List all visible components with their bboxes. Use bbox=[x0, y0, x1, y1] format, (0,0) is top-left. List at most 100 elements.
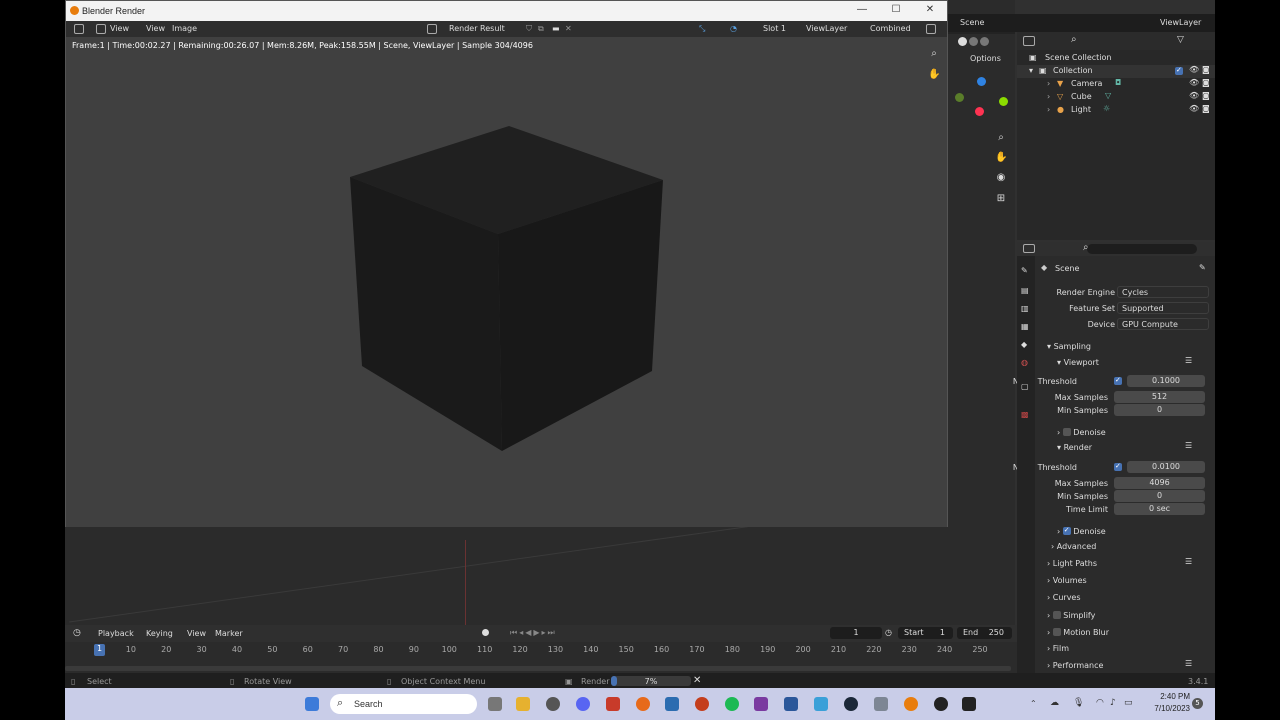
taskbar-date[interactable]: 7/10/2023 bbox=[1140, 704, 1190, 713]
close-button[interactable]: ✕ bbox=[915, 4, 945, 18]
timeline-scrollbar[interactable] bbox=[65, 666, 1011, 671]
wifi-icon[interactable]: ◠ bbox=[1096, 698, 1104, 708]
obs-icon[interactable] bbox=[934, 697, 948, 711]
terminal-icon[interactable] bbox=[962, 697, 976, 711]
r-min-field[interactable]: 0 bbox=[1114, 490, 1205, 502]
navigation-gizmo[interactable] bbox=[955, 75, 1010, 120]
steam-icon[interactable] bbox=[844, 697, 858, 711]
view-menu[interactable]: View bbox=[146, 24, 165, 33]
texture-tab-icon[interactable]: ▩ bbox=[1021, 410, 1029, 419]
editor-type-icon[interactable] bbox=[1023, 244, 1035, 253]
word-icon[interactable] bbox=[784, 697, 798, 711]
fake-user-icon[interactable]: ⛉ bbox=[526, 24, 532, 34]
vp-noise-field[interactable]: 0.1000 bbox=[1127, 375, 1205, 387]
r-denoise-subpanel[interactable]: › Denoise bbox=[1057, 526, 1106, 536]
vp-min-field[interactable]: 0 bbox=[1114, 404, 1205, 416]
playback-controls[interactable]: ⏮◂◀▶▸⏭ bbox=[510, 628, 557, 638]
firefox-icon[interactable] bbox=[636, 697, 650, 711]
image-browse-icon[interactable] bbox=[427, 24, 437, 34]
spotify-icon[interactable] bbox=[725, 697, 739, 711]
sampling-panel-header[interactable]: ▾ Sampling bbox=[1047, 342, 1091, 351]
camera-restrict-icon[interactable]: ◙ bbox=[1202, 65, 1210, 74]
expand-icon[interactable]: › bbox=[1047, 105, 1050, 114]
unity-icon[interactable] bbox=[546, 697, 560, 711]
microphone-icon[interactable]: 🎙 bbox=[1073, 698, 1084, 708]
timeline-playhead[interactable]: 1 bbox=[94, 644, 105, 656]
playback-menu[interactable]: Playback bbox=[98, 629, 134, 638]
current-frame-field[interactable]: 1 bbox=[830, 627, 882, 639]
minimize-button[interactable]: — bbox=[847, 4, 877, 18]
outliner-row-light[interactable]: › ● Light ☼ 👁 ◙ bbox=[1017, 104, 1215, 117]
r-noise-checkbox[interactable] bbox=[1114, 462, 1122, 471]
solid-shading-icon[interactable] bbox=[958, 37, 967, 46]
overlay-toggle-icon[interactable]: ◔ bbox=[730, 24, 737, 33]
mesh-data-icon[interactable]: ▽ bbox=[1105, 91, 1111, 100]
start-frame-field[interactable]: Start 1 bbox=[898, 627, 953, 639]
exclude-checkbox[interactable] bbox=[1175, 66, 1183, 75]
r-max-field[interactable]: 4096 bbox=[1114, 477, 1205, 489]
motion-blur-panel[interactable]: › Motion Blur bbox=[1047, 627, 1109, 637]
camera-restrict-icon[interactable]: ◙ bbox=[1202, 91, 1210, 100]
viewport-subpanel-header[interactable]: ▾ Viewport bbox=[1057, 358, 1099, 367]
vp-max-field[interactable]: 512 bbox=[1114, 391, 1205, 403]
keying-menu[interactable]: Keying bbox=[146, 629, 173, 638]
slot-dropdown[interactable]: Slot 1 bbox=[763, 24, 786, 33]
r-time-field[interactable]: 0 sec bbox=[1114, 503, 1205, 515]
onedrive-icon[interactable]: ☁ bbox=[1050, 698, 1059, 708]
device-select[interactable]: GPU Compute bbox=[1117, 318, 1209, 330]
expand-icon[interactable]: › bbox=[1047, 79, 1050, 88]
app-icon[interactable] bbox=[754, 697, 768, 711]
collection-tab-icon[interactable]: ▢ bbox=[1021, 382, 1029, 391]
x-axis-icon[interactable] bbox=[975, 107, 984, 116]
eye-icon[interactable]: 👁 bbox=[1189, 104, 1199, 113]
volumes-panel[interactable]: › Volumes bbox=[1047, 576, 1087, 585]
render-tab-icon[interactable]: ▤ bbox=[1021, 286, 1029, 295]
outliner-row-cube[interactable]: › ▽ Cube ▽ 👁 ◙ bbox=[1017, 91, 1215, 104]
pin-icon[interactable]: ✎ bbox=[1199, 263, 1206, 272]
scene-selector[interactable]: Scene bbox=[960, 18, 984, 27]
world-tab-icon[interactable]: ◍ bbox=[1021, 358, 1028, 367]
eye-icon[interactable]: 👁 bbox=[1189, 91, 1199, 100]
render-pass-dropdown[interactable]: Combined bbox=[870, 24, 911, 33]
view-menu[interactable]: View bbox=[187, 629, 206, 638]
camera-restrict-icon[interactable]: ◙ bbox=[1202, 78, 1210, 87]
adobe-acrobat-icon[interactable] bbox=[606, 697, 620, 711]
cancel-render-button[interactable]: ✕ bbox=[693, 675, 701, 686]
search-icon[interactable]: ⌕ bbox=[1071, 34, 1077, 45]
view-layer-tab-icon[interactable]: ▦ bbox=[1021, 322, 1029, 331]
tool-tab-icon[interactable]: ✎ bbox=[1021, 266, 1028, 275]
material-shading-icon[interactable] bbox=[969, 37, 978, 46]
marker-menu[interactable]: Marker bbox=[215, 629, 243, 638]
camera-restrict-icon[interactable]: ◙ bbox=[1202, 104, 1210, 113]
advanced-subpanel[interactable]: › Advanced bbox=[1051, 542, 1096, 551]
pan-hand-icon[interactable]: ✋ bbox=[995, 152, 1007, 164]
gizmo-toggle-icon[interactable]: ⤡ bbox=[699, 24, 705, 34]
maximize-button[interactable]: ☐ bbox=[881, 4, 911, 18]
viewlayer-dropdown[interactable]: ViewLayer bbox=[806, 24, 847, 33]
expand-icon[interactable]: ▾ bbox=[1029, 66, 1033, 75]
curves-panel[interactable]: › Curves bbox=[1047, 593, 1081, 602]
discord-icon[interactable] bbox=[576, 697, 590, 711]
editor-type-icon[interactable] bbox=[74, 24, 84, 34]
powerpoint-icon[interactable] bbox=[695, 697, 709, 711]
vp-denoise-subpanel[interactable]: › Denoise bbox=[1057, 427, 1106, 437]
simplify-panel[interactable]: › Simplify bbox=[1047, 610, 1095, 620]
light-paths-panel[interactable]: › Light Paths bbox=[1047, 559, 1097, 568]
simplify-checkbox[interactable] bbox=[1052, 611, 1061, 619]
image-name-field[interactable]: Render Result bbox=[449, 24, 505, 33]
volume-icon[interactable]: ♪ bbox=[1110, 698, 1116, 708]
presets-icon[interactable]: ☰ bbox=[1185, 659, 1192, 668]
r-noise-field[interactable]: 0.0100 bbox=[1127, 461, 1205, 473]
photos-icon[interactable] bbox=[874, 697, 888, 711]
system-tray-chevron-icon[interactable]: ⌃ bbox=[1030, 699, 1037, 708]
clock-editor-icon[interactable]: ◷ bbox=[73, 628, 81, 638]
viewlayer-selector[interactable]: ViewLayer bbox=[1160, 18, 1201, 27]
scene-tab-icon[interactable]: ◆ bbox=[1021, 340, 1027, 349]
options-dropdown[interactable]: Options bbox=[970, 54, 1001, 63]
eye-icon[interactable]: 👁 bbox=[1189, 78, 1199, 87]
open-folder-icon[interactable]: ▬ bbox=[552, 24, 560, 33]
z-axis-icon[interactable] bbox=[977, 77, 986, 86]
blender-taskbar-icon[interactable] bbox=[904, 697, 918, 711]
render-subpanel-header[interactable]: ▾ Render bbox=[1057, 443, 1092, 452]
view-mode-icon[interactable] bbox=[96, 24, 106, 34]
